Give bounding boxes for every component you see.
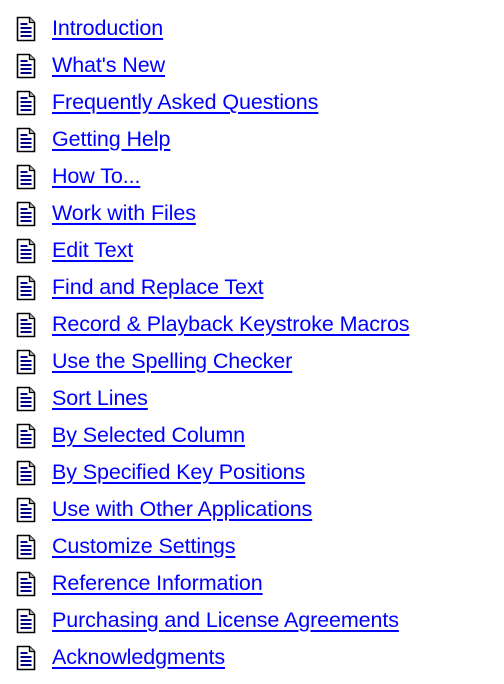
help-topic-link[interactable]: Purchasing and License Agreements	[52, 608, 399, 633]
help-topic-item[interactable]: Frequently Asked Questions	[16, 84, 409, 121]
help-topic-item[interactable]: Work with Files	[16, 195, 409, 232]
help-topic-item[interactable]: Reference Information	[16, 565, 409, 602]
help-topic-item[interactable]: Edit Text	[16, 232, 409, 269]
help-topic-link[interactable]: Acknowledgments	[52, 645, 225, 670]
help-topic-item[interactable]: Introduction	[16, 10, 409, 47]
help-topic-link[interactable]: Sort Lines	[52, 386, 148, 411]
help-topic-page-icon	[16, 164, 36, 190]
help-topic-link[interactable]: Introduction	[52, 16, 163, 41]
help-topic-page-icon	[16, 201, 36, 227]
help-topic-page-icon	[16, 386, 36, 412]
help-topic-link[interactable]: Use with Other Applications	[52, 497, 312, 522]
help-topic-link[interactable]: Getting Help	[52, 127, 170, 152]
help-topic-link[interactable]: Frequently Asked Questions	[52, 90, 318, 115]
help-topic-link[interactable]: By Selected Column	[52, 423, 245, 448]
help-topic-page-icon	[16, 571, 36, 597]
help-topic-page-icon	[16, 127, 36, 153]
help-topic-page-icon	[16, 238, 36, 264]
help-topic-item[interactable]: Sort Lines	[16, 380, 409, 417]
help-topic-link[interactable]: What's New	[52, 53, 165, 78]
help-topic-item[interactable]: What's New	[16, 47, 409, 84]
help-topic-item[interactable]: Customize Settings	[16, 528, 409, 565]
help-topic-page-icon	[16, 90, 36, 116]
help-topic-link[interactable]: By Specified Key Positions	[52, 460, 305, 485]
help-topic-item[interactable]: Acknowledgments	[16, 639, 409, 676]
help-topic-page-icon	[16, 497, 36, 523]
help-topic-link[interactable]: Use the Spelling Checker	[52, 349, 292, 374]
help-topic-item[interactable]: Find and Replace Text	[16, 269, 409, 306]
help-topic-page-icon	[16, 349, 36, 375]
help-topic-link[interactable]: Edit Text	[52, 238, 133, 263]
help-topic-link[interactable]: Work with Files	[52, 201, 196, 226]
help-topic-item[interactable]: Use the Spelling Checker	[16, 343, 409, 380]
help-topic-link[interactable]: Customize Settings	[52, 534, 236, 559]
help-topic-page-icon	[16, 53, 36, 79]
help-topic-item[interactable]: Getting Help	[16, 121, 409, 158]
help-topic-page-icon	[16, 16, 36, 42]
help-topic-item[interactable]: How To...	[16, 158, 409, 195]
help-topic-link[interactable]: Find and Replace Text	[52, 275, 264, 300]
help-topic-page-icon	[16, 460, 36, 486]
help-topic-page-icon	[16, 312, 36, 338]
help-topic-page-icon	[16, 645, 36, 671]
help-topic-page-icon	[16, 275, 36, 301]
help-topic-link[interactable]: How To...	[52, 164, 140, 189]
help-topic-page-icon	[16, 423, 36, 449]
help-topic-item[interactable]: Purchasing and License Agreements	[16, 602, 409, 639]
help-topic-item[interactable]: Use with Other Applications	[16, 491, 409, 528]
help-topic-page-icon	[16, 608, 36, 634]
help-topic-link[interactable]: Record & Playback Keystroke Macros	[52, 312, 410, 337]
help-topic-list: Introduction What's New Frequently Asked…	[16, 10, 410, 676]
help-topic-item[interactable]: By Selected Column	[16, 417, 409, 454]
help-topic-page-icon	[16, 534, 36, 560]
help-topic-item[interactable]: Record & Playback Keystroke Macros	[16, 306, 410, 343]
help-topic-item[interactable]: By Specified Key Positions	[16, 454, 409, 491]
help-topic-link[interactable]: Reference Information	[52, 571, 263, 596]
